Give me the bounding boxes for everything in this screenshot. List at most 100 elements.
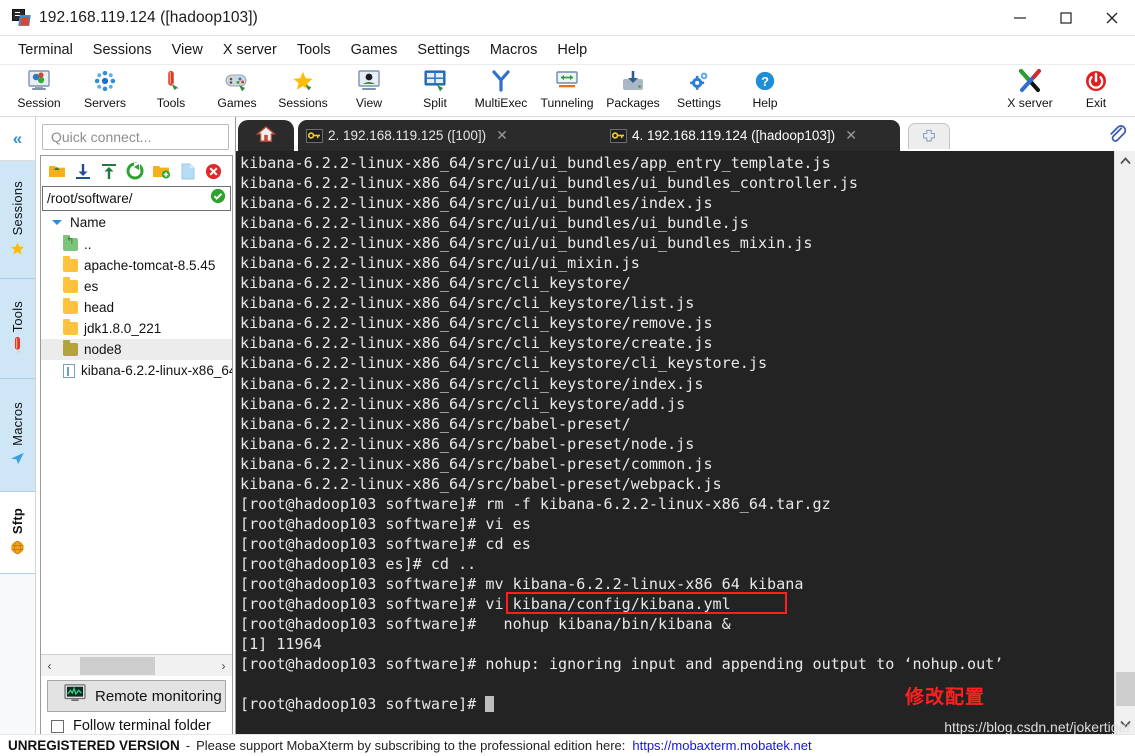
view-icon [353, 68, 385, 94]
quick-connect-input[interactable]: Quick connect... [42, 124, 229, 150]
list-item-label: node8 [84, 342, 122, 357]
tab-home[interactable] [238, 120, 294, 151]
close-button[interactable] [1089, 0, 1135, 36]
toolbar-tools-button[interactable]: Tools [138, 65, 204, 110]
toolbar-packages-button[interactable]: Packages [600, 65, 666, 110]
menu-sessions[interactable]: Sessions [83, 39, 162, 61]
maximize-button[interactable] [1043, 0, 1089, 36]
terminal-line: kibana-6.2.2-linux-x86_64/src/cli_keysto… [240, 274, 631, 293]
list-item[interactable]: .. [41, 234, 232, 255]
multiexec-icon [485, 68, 517, 94]
folder-icon [63, 319, 78, 335]
new-folder-icon[interactable] [148, 158, 174, 184]
new-file-icon[interactable] [174, 158, 200, 184]
menu-terminal[interactable]: Terminal [8, 39, 83, 61]
status-bar: UNREGISTERED VERSION - Please support Mo… [0, 734, 1135, 756]
toolbar-split-button[interactable]: Split [402, 65, 468, 110]
tab-192-168-119-125[interactable]: 2. 192.168.119.125 ([100]) ✕ [298, 120, 628, 151]
menu-help[interactable]: Help [547, 39, 597, 61]
toolbar-tools-label: Tools [156, 96, 186, 110]
sftp-browser: /root/software/ Name .. apache-tomcat-8.… [40, 155, 233, 734]
paperclip-icon[interactable] [1106, 123, 1127, 149]
sidebar-item-tools[interactable]: Tools [0, 279, 35, 379]
remote-monitoring-button[interactable]: Remote monitoring [47, 680, 226, 712]
tab-close-icon[interactable]: ✕ [496, 127, 508, 144]
terminal-line: kibana-6.2.2-linux-x86_64/src/cli_keysto… [240, 394, 686, 413]
list-item[interactable]: kibana-6.2.2-linux-x86_64. [41, 360, 232, 381]
menu-macros[interactable]: Macros [480, 39, 548, 61]
upload-icon[interactable] [96, 158, 122, 184]
follow-terminal-folder-row[interactable]: Follow terminal folder [51, 718, 232, 734]
list-item[interactable]: head [41, 297, 232, 318]
sidebar-item-sftp[interactable]: Sftp [0, 492, 35, 574]
scroll-up-arrow-icon[interactable] [1115, 151, 1135, 171]
list-item[interactable]: jdk1.8.0_221 [41, 318, 232, 339]
packages-icon [617, 68, 649, 94]
folder-icon [63, 298, 78, 314]
sidebar-item-macros[interactable]: Macros [0, 379, 35, 492]
menu-x-server[interactable]: X server [213, 39, 287, 61]
terminal-line: [root@hadoop103 software]# nohup kibana/… [240, 615, 731, 634]
list-item[interactable]: node8 [41, 339, 232, 360]
tab-close-icon[interactable]: ✕ [845, 127, 857, 144]
toolbar-sessions-button[interactable]: Sessions [270, 65, 336, 110]
terminal-line: kibana-6.2.2-linux-x86_64/src/ui/ui_bund… [240, 234, 813, 253]
settings-gear-icon [683, 68, 715, 94]
toolbar-view-button[interactable]: View [336, 65, 402, 110]
toolbar-tunneling-button[interactable]: Tunneling [534, 65, 600, 110]
terminal-line: kibana-6.2.2-linux-x86_64/src/cli_keysto… [240, 294, 695, 313]
annotation-text: 修改配置 [905, 686, 986, 708]
toolbar-multiexec-label: MultiExec [474, 96, 528, 110]
terminal-vertical-scrollbar[interactable] [1114, 151, 1135, 734]
toolbar-settings-button[interactable]: Settings [666, 65, 732, 110]
terminal-line: kibana-6.2.2-linux-x86_64/src/cli_keysto… [240, 374, 704, 393]
sftp-file-list[interactable]: .. apache-tomcat-8.5.45 es head jdk1.8.0… [41, 234, 232, 654]
sftp-horizontal-scrollbar[interactable]: ‹ › [41, 654, 232, 676]
refresh-icon[interactable] [122, 158, 148, 184]
parent-folder-icon[interactable] [44, 158, 70, 184]
scroll-right-arrow-icon[interactable]: › [215, 659, 232, 673]
delete-icon[interactable] [200, 158, 226, 184]
menu-settings[interactable]: Settings [407, 39, 479, 61]
terminal-line: [root@hadoop103 software]# mv kibana-6.2… [240, 574, 804, 593]
scrollbar-thumb[interactable] [80, 656, 155, 675]
toolbar-servers-button[interactable]: Servers [72, 65, 138, 110]
toolbar-session-button[interactable]: Session [6, 65, 72, 110]
terminal-prompt-text: [root@hadoop103 software]# [240, 695, 486, 714]
menu-tools[interactable]: Tools [287, 39, 341, 61]
tab-192-168-119-124[interactable]: 4. 192.168.119.124 ([hadoop103]) ✕ [602, 120, 900, 151]
scroll-down-arrow-icon[interactable] [1115, 714, 1135, 734]
list-item[interactable]: es [41, 276, 232, 297]
sftp-path-bar[interactable]: /root/software/ [42, 186, 231, 211]
scroll-left-arrow-icon[interactable]: ‹ [41, 659, 58, 673]
tools-icon [155, 68, 187, 94]
toolbar-games-button[interactable]: Games [204, 65, 270, 110]
mobaxterm-logo-icon [12, 8, 31, 27]
sidebar-item-sessions[interactable]: Sessions [0, 161, 35, 279]
menu-games[interactable]: Games [341, 39, 408, 61]
terminal-line: kibana-6.2.2-linux-x86_64/src/ui/ui_mixi… [240, 254, 640, 273]
status-link[interactable]: https://mobaxterm.mobatek.net [632, 738, 811, 753]
toolbar-x-server-button[interactable]: X server [997, 65, 1063, 110]
scrollbar-track[interactable] [58, 655, 215, 677]
toolbar-multiexec-button[interactable]: MultiExec [468, 65, 534, 110]
list-item[interactable]: apache-tomcat-8.5.45 [41, 255, 232, 276]
terminal-line: kibana-6.2.2-linux-x86_64/src/ui/ui_bund… [240, 154, 831, 172]
follow-terminal-folder-checkbox[interactable] [51, 719, 64, 733]
parent-folder-icon [63, 235, 78, 251]
toolbar-games-label: Games [217, 96, 257, 110]
terminal-line: [root@hadoop103 software]# nohup: ignori… [240, 655, 1004, 674]
scrollbar-thumb[interactable] [1116, 672, 1135, 706]
toolbar-help-button[interactable]: ? Help [732, 65, 798, 110]
terminal-output[interactable]: kibana-6.2.2-linux-x86_64/src/ui/ui_bund… [236, 151, 1114, 734]
terminal-line: [root@hadoop103 software]# vi kibana/con… [240, 595, 731, 614]
minimize-button[interactable] [997, 0, 1043, 36]
status-message: Please support MobaXterm by subscribing … [196, 738, 626, 753]
menu-view[interactable]: View [162, 39, 213, 61]
toolbar-exit-button[interactable]: Exit [1063, 65, 1129, 110]
session-icon [23, 68, 55, 94]
new-tab-button[interactable] [908, 123, 950, 149]
download-icon[interactable] [70, 158, 96, 184]
sidebar-collapse-button[interactable]: « [0, 117, 35, 161]
sftp-column-header[interactable]: Name [41, 211, 232, 234]
